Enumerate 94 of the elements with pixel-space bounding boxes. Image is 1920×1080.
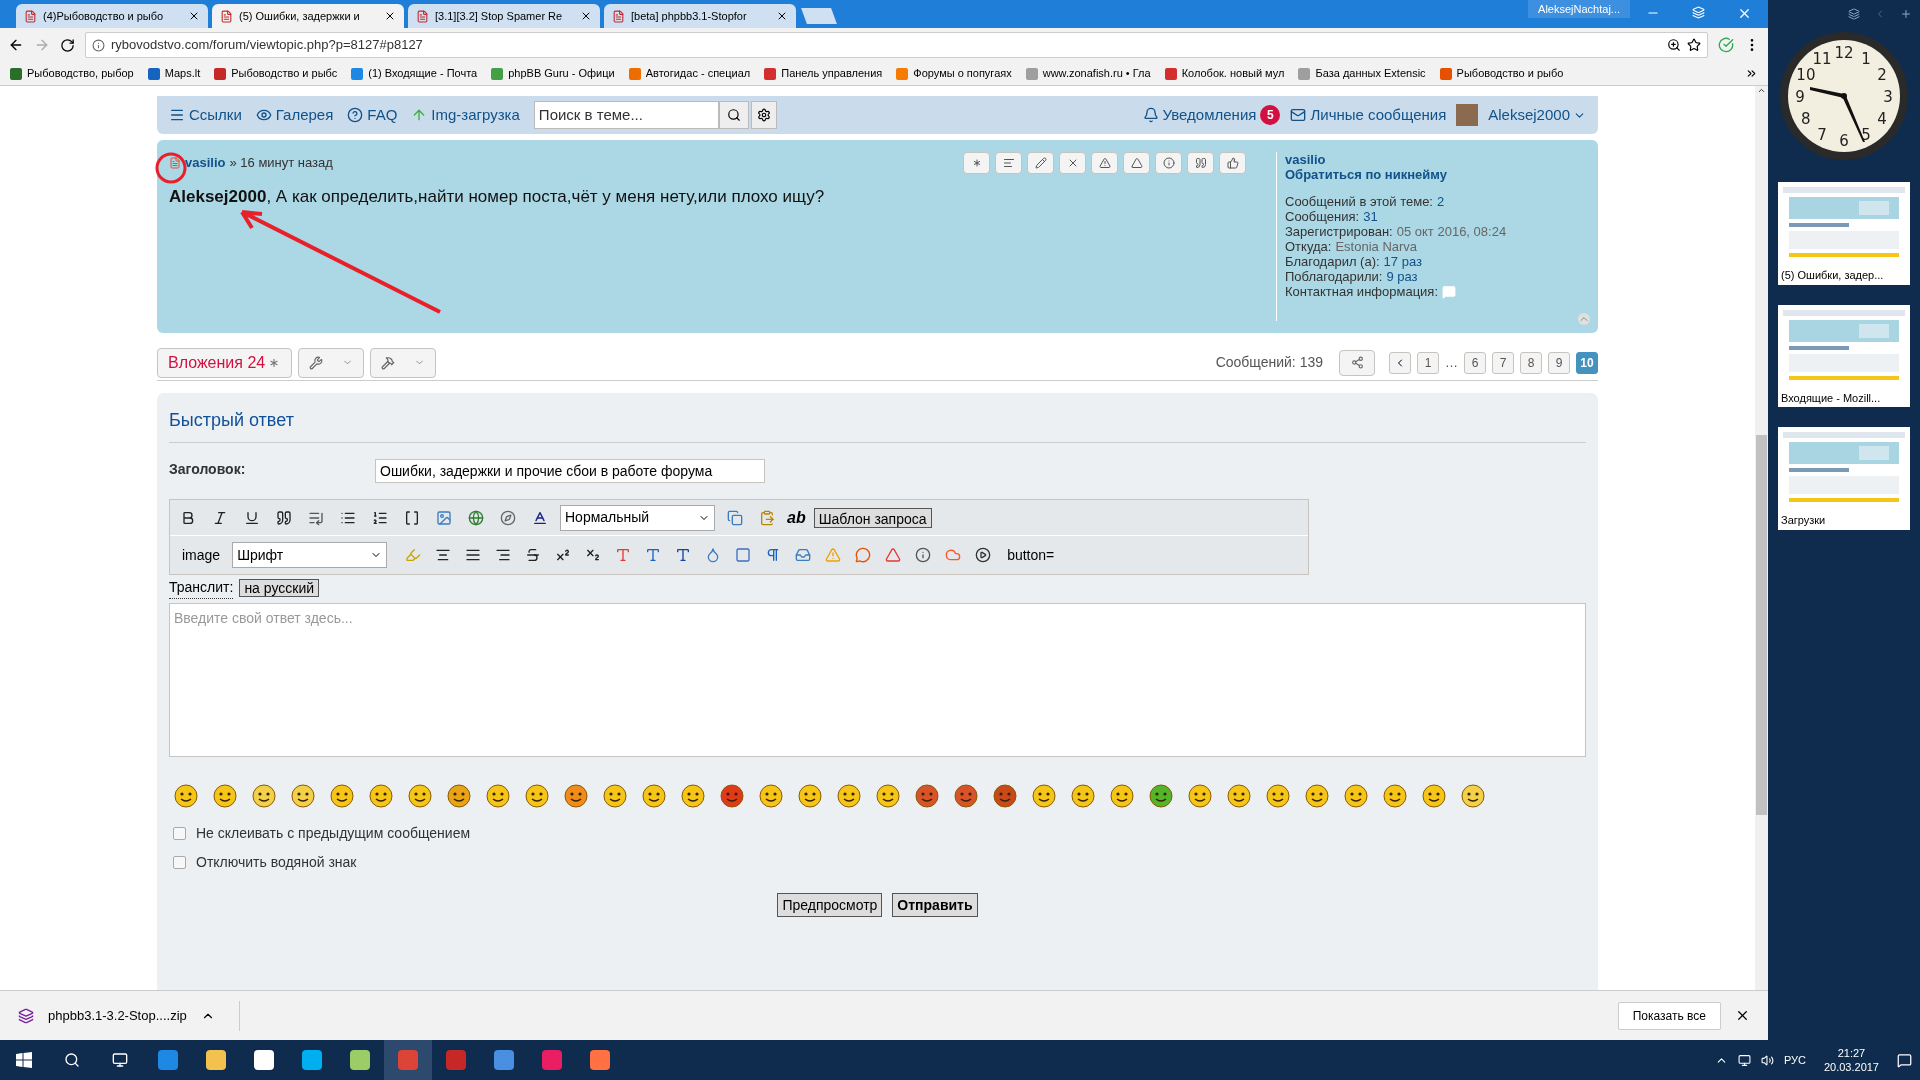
thumbnail-caption: Входящие - Mozill... (1780, 390, 1882, 406)
clock-numeral: 10 (1796, 66, 1816, 84)
size-select[interactable]: Нормальный (560, 504, 715, 531)
browser-tab[interactable]: [3.1][3.2] Stop Spamer Re (408, 4, 600, 28)
clock-numeral: 5 (1861, 126, 1871, 145)
profile-field-label: Сообщений в этой теме: (1285, 194, 1433, 209)
nav-link[interactable]: FAQ (347, 103, 398, 127)
template-button[interactable]: Шаблон запроса (813, 507, 932, 528)
bookmark[interactable]: Рыбоводство, рыбор (10, 65, 134, 82)
spellcheck-button[interactable]: ab (787, 505, 806, 530)
page-button[interactable]: 1 (1417, 351, 1439, 374)
profile-field-link[interactable]: 31 (1363, 209, 1378, 224)
profile-field-link[interactable]: 9 раз (1386, 269, 1418, 284)
address-bar[interactable]: rybovodstvo.com/forum/viewtopic.php?p=8127#p8127 (85, 32, 1708, 58)
tab-title: (4)Рыбоводство и рыбо (43, 8, 165, 24)
clock-numeral: 9 (1795, 88, 1805, 106)
browser-tab[interactable]: (4)Рыбоводство и рыбо (16, 4, 208, 28)
bookmark[interactable]: База данных Extensic (1298, 65, 1426, 82)
profile-field-value: Estonia Narva (1335, 239, 1418, 254)
clock-numeral: 2 (1877, 66, 1887, 84)
panel-title: Быстрый ответ (169, 407, 1586, 443)
profile-field-label: Откуда: (1285, 239, 1332, 254)
profile-field-label: Зарегистрирован: (1285, 224, 1393, 239)
page-button[interactable]: 9 (1548, 351, 1570, 374)
window-thumbnail[interactable]: Входящие - Mozill... (1778, 304, 1910, 407)
profile-name-link[interactable]: vasilio (1285, 152, 1586, 167)
subject-label: Заголовок: (169, 460, 247, 479)
profile-field-label: Сообщения: (1285, 209, 1360, 224)
download-file-name[interactable]: phpbb3.1-3.2-Stop....zip (48, 1005, 187, 1026)
show-all-button[interactable]: Показать все (1617, 1001, 1721, 1030)
bookmark[interactable]: Форумы о попугаях (896, 65, 1012, 82)
page-button[interactable]: 7 (1492, 351, 1514, 374)
tab-title: (5) Ошибки, задержки и (239, 8, 361, 24)
profile-field-value: 05 окт 2016, 08:24 (1396, 224, 1507, 239)
checkbox-label: Не склеивать с предыдущим сообщением (196, 824, 471, 843)
clock-numeral: 6 (1839, 132, 1849, 150)
translit-button[interactable]: на русский (239, 579, 320, 597)
notifications-link[interactable]: Уведомления (1142, 103, 1257, 127)
tab-title: [3.1][3.2] Stop Spamer Re (435, 8, 564, 24)
tab-title: [beta] phpbb3.1-Stopfor (631, 8, 748, 24)
bookmark[interactable]: Рыбоводство и рыбо (1439, 65, 1564, 82)
browser-tab[interactable]: [beta] phpbb3.1-Stopfor (604, 4, 796, 28)
page-button[interactable]: 8 (1520, 351, 1542, 374)
thumbnail-caption: (5) Ошибки, задер... (1780, 268, 1885, 283)
custom-button[interactable]: button= (1007, 544, 1055, 566)
profile-field-label: Благодарил (а): (1285, 254, 1380, 269)
mention-link[interactable]: Обратиться по никнейму (1285, 167, 1586, 182)
clock-numeral: 1 (1861, 49, 1871, 68)
url-text: rybovodstvo.com/forum/viewtopic.php?p=8127#p8127 (111, 36, 424, 55)
user-menu[interactable]: Aleksej2000 (1488, 103, 1586, 127)
bookmark[interactable]: Maps.lt (147, 65, 201, 82)
bookmark[interactable]: www.zonafish.ru • Гла (1025, 65, 1151, 82)
checkbox-label: Отключить водяной знак (196, 853, 357, 872)
window-thumbnail[interactable]: (5) Ошибки, задер... (1778, 182, 1910, 285)
posts-count: Сообщений: 139 (1215, 353, 1323, 372)
nav-link[interactable]: Img-загрузка (411, 103, 520, 127)
bookmark[interactable]: (1) Входящие - Почта (351, 65, 478, 82)
profile-field-link[interactable]: 2 (1437, 194, 1445, 209)
search-field[interactable]: Поиск в теме... (533, 101, 719, 129)
nav-link[interactable]: Галерея (255, 103, 334, 127)
translit-label: Транслит: (169, 577, 234, 599)
profile-field-label: Контактная информация: (1285, 284, 1438, 299)
language-indicator[interactable]: РУС (1783, 1051, 1806, 1069)
notification-badge: 5 (1260, 105, 1281, 125)
thumbnail-caption: Загрузки (1780, 513, 1827, 528)
submit-button[interactable]: Отправить (892, 893, 978, 917)
post-text: Aleksej2000, А как определить,найти номер поста,чёт у меня нету,или плохо ищу? (169, 186, 826, 208)
clock-numeral: 12 (1834, 44, 1854, 62)
clock-numeral: 3 (1883, 88, 1893, 106)
bookmark[interactable]: phpBB Guru - Офици (491, 65, 615, 82)
pagination-ellipsis: … (1445, 353, 1458, 372)
bookmark[interactable]: Панель управления (764, 65, 883, 82)
browser-tab[interactable]: (5) Ошибки, задержки и (212, 4, 404, 28)
post-author-link[interactable]: vasilio (185, 153, 226, 173)
clock[interactable]: 21:27 20.03.2017 (1823, 1046, 1879, 1074)
profile-field-label: Поблагодарили: (1285, 269, 1383, 284)
image-button[interactable]: image (182, 544, 221, 566)
bookmark[interactable]: Автогидас - специал (628, 65, 751, 82)
post-time: » 16 минут назад (229, 154, 333, 173)
clock-numeral: 8 (1801, 110, 1811, 128)
page-button[interactable]: 6 (1464, 351, 1486, 374)
preview-button[interactable]: Предпросмотр (777, 893, 883, 917)
bookmark[interactable]: Колобок. новый мул (1164, 65, 1285, 82)
bookmark[interactable]: Рыбоводство и рыбс (214, 65, 338, 82)
subject-field[interactable]: Ошибки, задержки и прочие сбои в работе форума (375, 459, 765, 483)
messages-link[interactable]: Личные сообщения (1290, 103, 1447, 127)
clock-numeral: 7 (1817, 126, 1827, 145)
window-thumbnail[interactable]: Загрузки (1778, 427, 1910, 530)
clock-numeral: 11 (1812, 49, 1832, 68)
font-select[interactable]: Шрифт (232, 542, 388, 568)
profile-field-link[interactable]: 17 раз (1383, 254, 1422, 269)
attachments-button[interactable]: Вложения 24 (157, 347, 293, 378)
clock-numeral: 4 (1877, 110, 1887, 128)
nav-link[interactable]: Ссылки (169, 103, 242, 127)
